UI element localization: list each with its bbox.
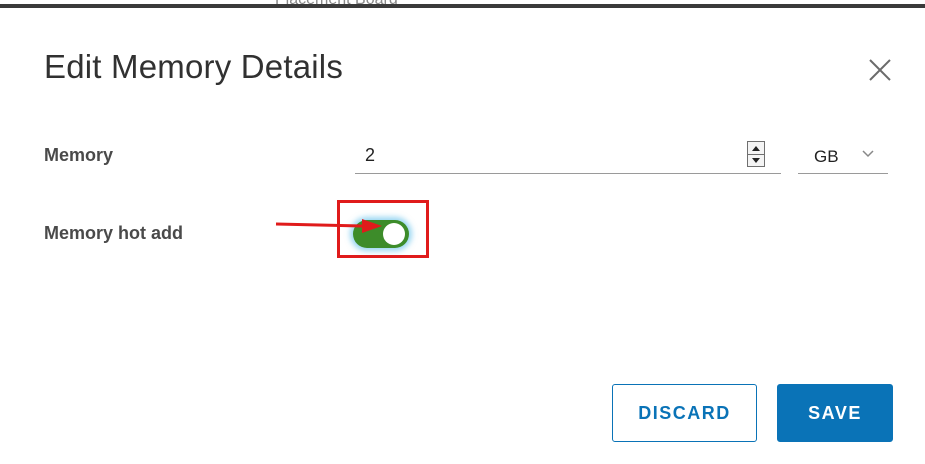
annotation-arrow-icon (275, 219, 382, 233)
close-icon (869, 59, 891, 81)
stepper-down-button[interactable] (748, 154, 764, 166)
memory-size-stepper[interactable] (747, 141, 765, 167)
background-window-strip: Placement Board (0, 0, 925, 8)
memory-size-value[interactable]: 2 (365, 145, 375, 166)
chevron-down-icon (752, 157, 760, 163)
memory-label: Memory (44, 145, 114, 165)
save-button[interactable]: SAVE (777, 384, 893, 442)
memory-unit-select[interactable]: GB (798, 138, 888, 174)
memory-unit-value: GB (814, 147, 839, 166)
chevron-down-icon (862, 150, 874, 158)
discard-button[interactable]: DISCARD (612, 384, 757, 442)
close-button[interactable] (866, 56, 894, 84)
chevron-up-icon (752, 145, 760, 151)
dialog-title: Edit Memory Details (44, 48, 344, 85)
dialog-top-border (0, 4, 925, 8)
memory-size-input[interactable]: 2 (355, 138, 781, 174)
memory-hot-add-label: Memory hot add (44, 223, 184, 243)
